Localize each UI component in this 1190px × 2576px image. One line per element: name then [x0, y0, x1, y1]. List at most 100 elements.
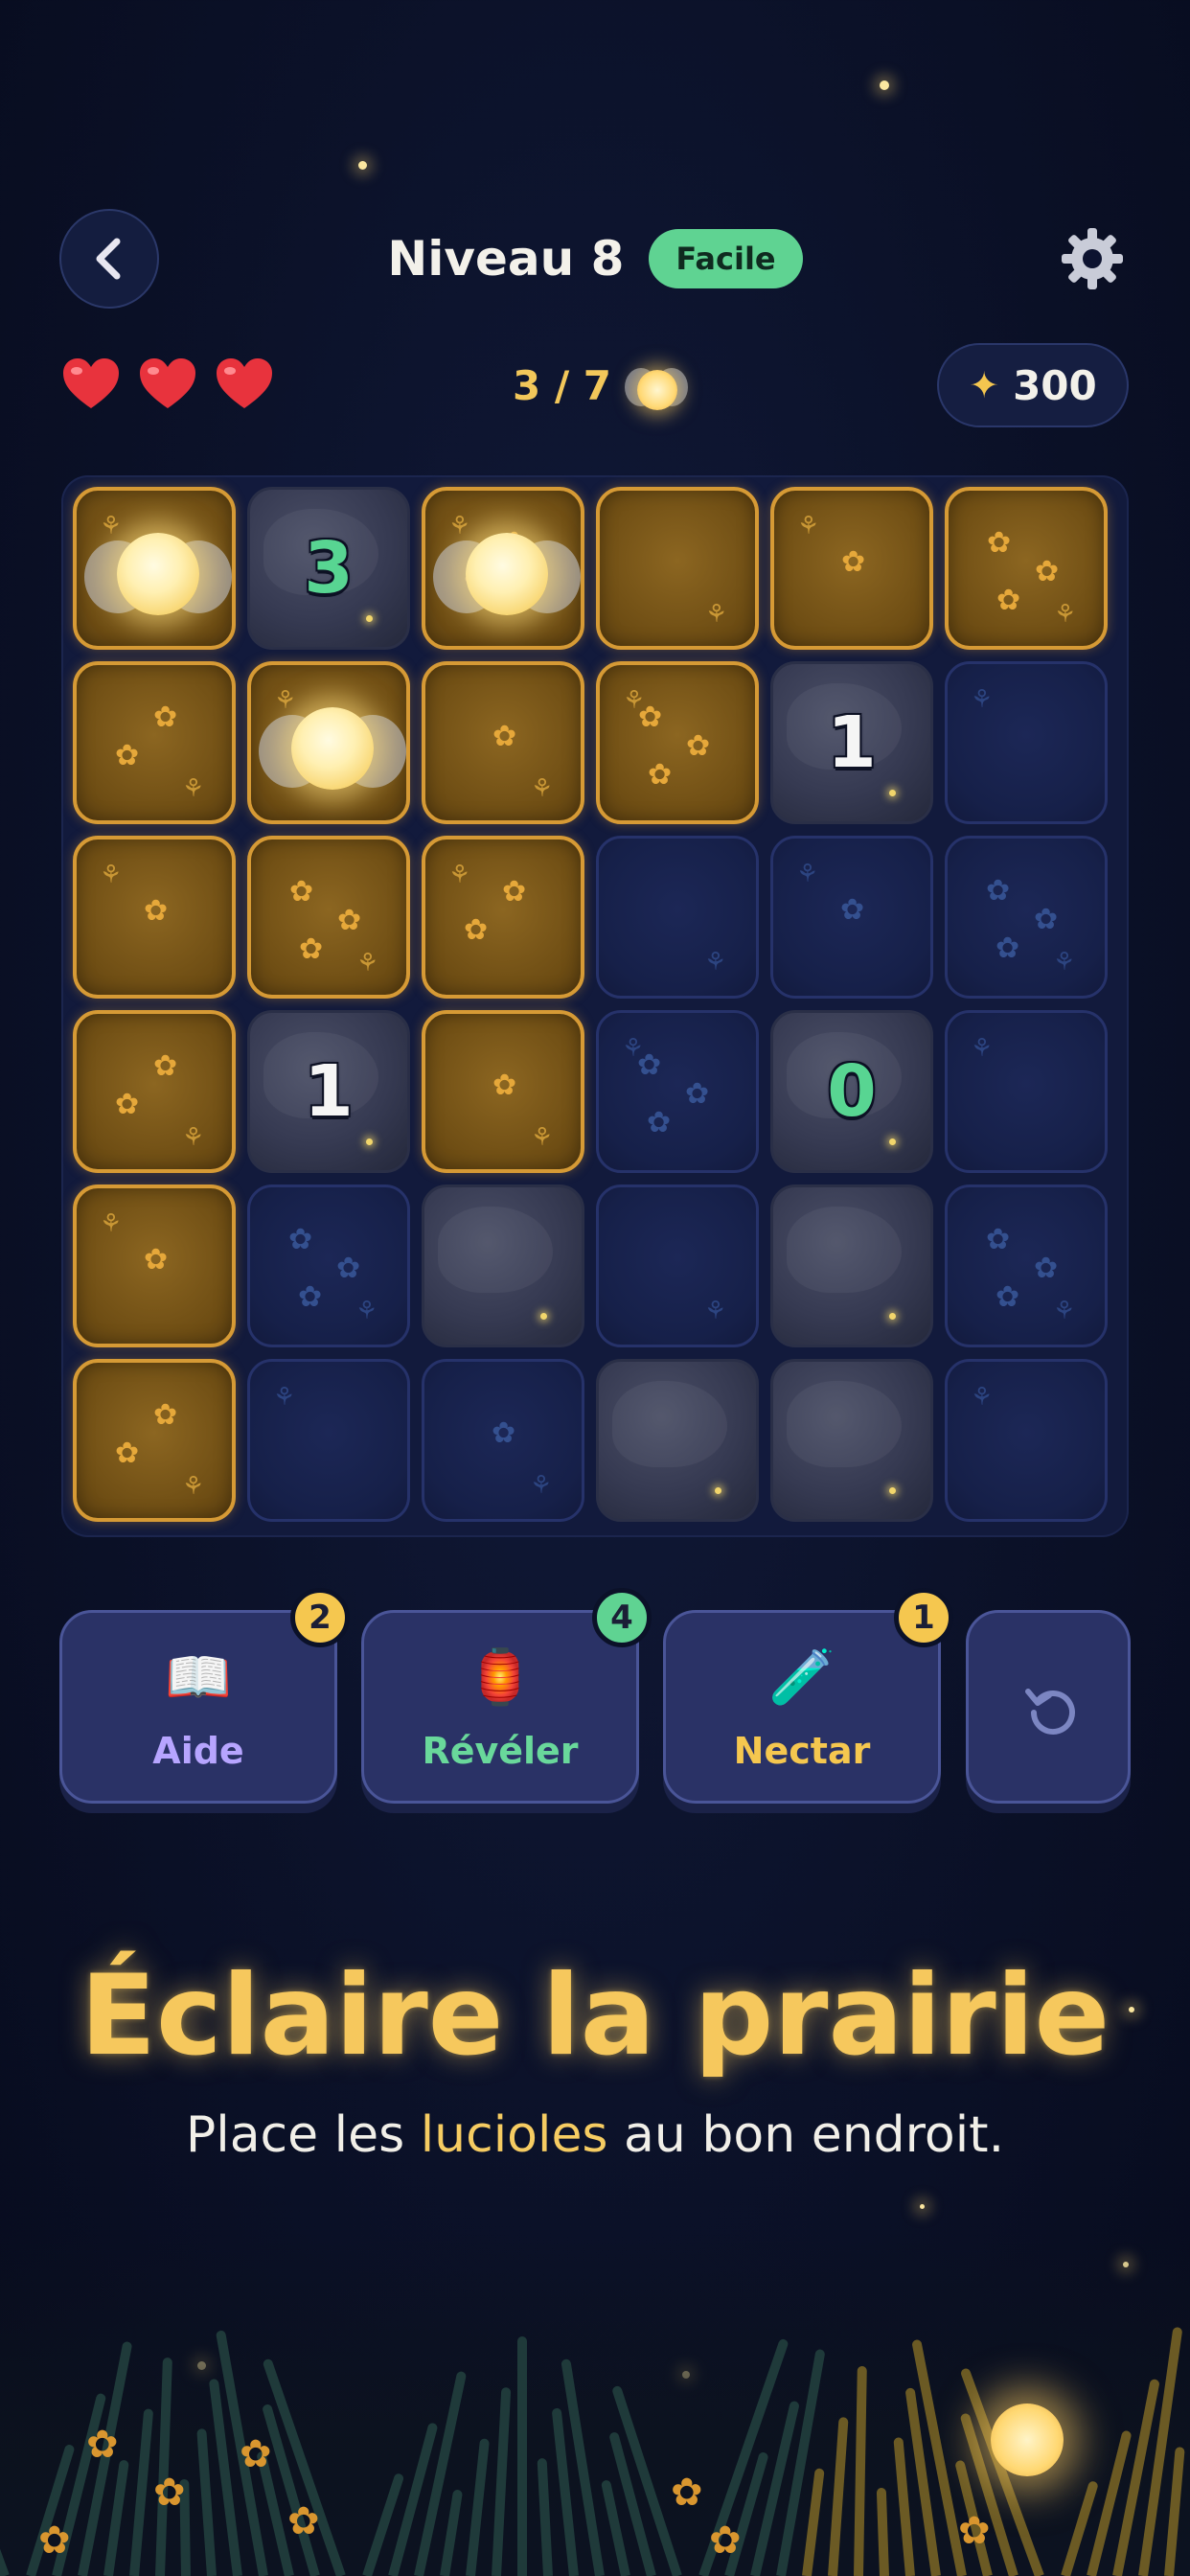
flower-icon: ✿: [287, 2499, 320, 2543]
coins-value: 300: [1013, 361, 1097, 409]
board-cell[interactable]: ✿✿⚘: [73, 1359, 236, 1522]
flower-icon: ✿: [840, 893, 865, 927]
firefly-progress: 3 / 7: [513, 355, 692, 416]
board-cell[interactable]: [596, 1359, 759, 1522]
board-cell[interactable]: ✿⚘: [422, 1010, 584, 1173]
game-board: ✿⚘3✿✿⚘⚘✿⚘✿✿✿⚘✿✿⚘⚘✿⚘✿✿✿⚘1⚘✿⚘✿✿✿⚘✿✿⚘⚘✿⚘✿✿✿…: [61, 475, 1129, 1537]
flower-icon: ✿: [647, 1106, 672, 1139]
flower-icon: ✿: [987, 526, 1012, 560]
sprout-icon: ⚘: [530, 1471, 553, 1500]
board-cell[interactable]: ✿ ✿ ✿ ⚘: [247, 836, 410, 999]
flower-icon: ✿: [996, 584, 1021, 617]
board-cell[interactable]: ⚘: [247, 1359, 410, 1522]
flower-icon: ✿: [986, 1223, 1011, 1256]
board-cell[interactable]: ✿⚘: [770, 836, 933, 999]
sprout-icon: ⚘: [355, 1297, 378, 1325]
board-cell[interactable]: ⚘: [945, 1010, 1108, 1173]
flower-icon: ✿: [1034, 903, 1059, 936]
clue-number: 1: [827, 702, 877, 784]
sparkle-icon: [715, 1487, 721, 1494]
board-cell[interactable]: ✿✿⚘: [422, 487, 584, 650]
board-cell[interactable]: ⚘: [945, 661, 1108, 824]
heart-icon: [63, 358, 119, 408]
sparkle-icon: [540, 1313, 547, 1320]
grass-blade: [103, 2459, 129, 2576]
subtitle-end: au bon endroit.: [607, 2106, 1005, 2164]
sprout-icon: ⚘: [704, 1297, 727, 1325]
board-cell[interactable]: ✿⚘: [770, 487, 933, 650]
board-cell[interactable]: ✿ ✿ ✿ ⚘: [945, 487, 1108, 650]
reveal-button[interactable]: 🏮 Révéler 4: [361, 1588, 652, 1804]
board-cell[interactable]: 1: [247, 1010, 410, 1173]
flower-icon: ✿: [299, 932, 324, 966]
sprout-icon: ⚘: [623, 686, 646, 715]
board-cell[interactable]: ✿⚘: [73, 487, 236, 650]
board-cell[interactable]: ⚘: [945, 1359, 1108, 1522]
gear-icon: [1062, 228, 1123, 289]
sprout-icon: ⚘: [971, 685, 994, 714]
board-cell[interactable]: ✿✿⚘: [422, 836, 584, 999]
board-cell[interactable]: ✿✿⚘: [73, 661, 236, 824]
flower-icon: ✿: [115, 1437, 140, 1470]
board-cell[interactable]: ⚘: [247, 661, 410, 824]
headline: Éclaire la prairie: [80, 1951, 1110, 2081]
sprout-icon: ⚘: [1053, 1297, 1076, 1325]
flower-icon: ✿: [986, 874, 1011, 908]
grass-blade: [0, 2493, 10, 2576]
board-cell[interactable]: ✿⚘: [422, 661, 584, 824]
board-cell[interactable]: ✿⚘: [422, 1359, 584, 1522]
board-cell[interactable]: ✿ ✿ ✿ ⚘: [247, 1184, 410, 1347]
firefly-icon: [621, 355, 692, 416]
board-cell[interactable]: ⚘: [596, 487, 759, 650]
board-cell[interactable]: 1: [770, 661, 933, 824]
flower-icon: ✿: [153, 1049, 178, 1083]
flower-icon: ✿: [1035, 555, 1060, 588]
help-button[interactable]: 📖 Aide 2: [59, 1588, 350, 1804]
board-cell[interactable]: ✿ ✿ ✿ ⚘: [596, 661, 759, 824]
board-cell[interactable]: [770, 1184, 933, 1347]
level-title: Niveau 8: [387, 231, 625, 287]
sparkle-icon: [889, 1487, 896, 1494]
grass-blade: [537, 2457, 553, 2576]
glowing-orb: [991, 2404, 1064, 2476]
board-cell[interactable]: ⚘: [596, 1184, 759, 1347]
board-cell[interactable]: ✿ ✿ ✿ ⚘: [945, 836, 1108, 999]
flower-icon: ✿: [648, 758, 673, 792]
clue-number: 0: [827, 1050, 877, 1133]
flower-icon: ✿: [289, 875, 314, 908]
board-cell[interactable]: ✿ ✿ ✿ ⚘: [596, 1010, 759, 1173]
firefly-icon: [251, 665, 406, 820]
board-cell[interactable]: ✿ ✿ ✿ ⚘: [945, 1184, 1108, 1347]
sprout-icon: ⚘: [356, 949, 379, 978]
flower-icon: ✿: [671, 2471, 703, 2515]
board-cell[interactable]: ✿⚘: [73, 836, 236, 999]
grass-blade: [1164, 2447, 1185, 2576]
sprout-icon: ⚘: [971, 1383, 994, 1412]
grass-blade: [466, 2438, 491, 2576]
grass-blade: [492, 2387, 512, 2576]
board-cell[interactable]: ✿✿⚘: [73, 1010, 236, 1173]
board-cell[interactable]: [770, 1359, 933, 1522]
flower-icon: ✿: [144, 894, 169, 928]
flower-icon: ✿: [502, 875, 527, 908]
firefly-icon: [425, 491, 581, 646]
board-cell[interactable]: ✿⚘: [73, 1184, 236, 1347]
meadow-decoration: ✿ ✿ ✿ ✿ ✿ ✿ ✿ ✿: [0, 2231, 1190, 2576]
flower-icon: ✿: [1034, 1252, 1059, 1285]
board-cell[interactable]: 3: [247, 487, 410, 650]
nectar-button[interactable]: 🧪 Nectar 1: [663, 1588, 953, 1804]
board-cell[interactable]: 0: [770, 1010, 933, 1173]
sprout-icon: ⚘: [705, 600, 728, 629]
settings-button[interactable]: [1058, 224, 1127, 293]
flower-icon: ✿: [38, 2518, 71, 2563]
sprout-icon: ⚘: [1053, 948, 1076, 977]
board-cell[interactable]: ⚘: [596, 836, 759, 999]
reveal-count-badge: 4: [592, 1588, 652, 1647]
progress-count: 3 / 7: [513, 361, 612, 409]
ambient-firefly: [358, 161, 367, 170]
undo-button[interactable]: [966, 1610, 1131, 1804]
board-cell[interactable]: [422, 1184, 584, 1347]
flower-icon: ✿: [153, 2471, 186, 2515]
coins-counter[interactable]: ✦ 300: [937, 343, 1129, 427]
grass-blade: [155, 2357, 172, 2576]
